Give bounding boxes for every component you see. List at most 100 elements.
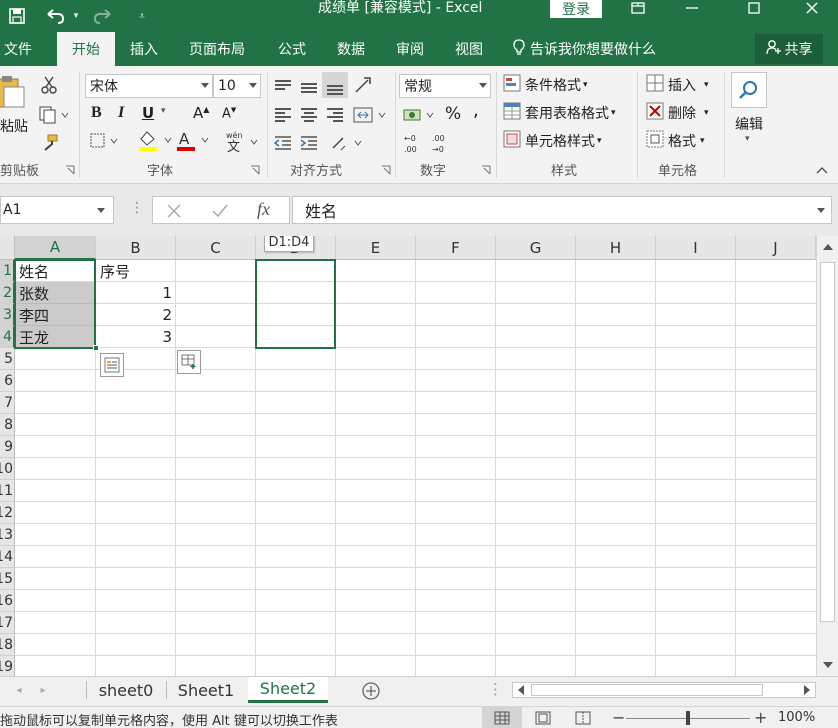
editing-dropdown-icon[interactable]: ▾ [745, 134, 750, 144]
zoom-out-button[interactable]: − [612, 708, 625, 727]
cell-b3[interactable]: 2 [96, 304, 176, 326]
align-center-icon[interactable] [298, 104, 320, 126]
column-header-a[interactable]: A [15, 236, 96, 260]
format-as-table-button[interactable]: 套用表格格式 ▾ [503, 102, 616, 124]
decrease-decimal-icon[interactable]: .00 →0 [430, 130, 454, 156]
tab-formulas[interactable]: 公式 [278, 32, 306, 66]
formula-input[interactable]: 姓名 [292, 196, 832, 224]
cell-b1[interactable]: 序号 [96, 260, 176, 282]
row-header[interactable]: 10 [0, 458, 15, 480]
row-header[interactable]: 19 [0, 656, 15, 676]
bold-button[interactable]: B [91, 104, 102, 122]
row-header[interactable]: 17 [0, 612, 15, 634]
paste-options-icon[interactable] [177, 350, 201, 374]
row-header[interactable]: 9 [0, 436, 15, 458]
row-header[interactable]: 3 [0, 304, 15, 326]
column-header-i[interactable]: I [656, 236, 736, 260]
number-format-select[interactable]: 常规 [399, 74, 491, 98]
tab-data[interactable]: 数据 [337, 32, 365, 66]
copy-icon[interactable] [38, 104, 70, 126]
align-top-icon[interactable] [272, 74, 294, 96]
zoom-level[interactable]: 100% [778, 710, 815, 725]
format-painter-icon[interactable] [38, 132, 60, 154]
column-header-c[interactable]: C [176, 236, 256, 260]
undo-icon[interactable] [40, 0, 70, 32]
underline-button[interactable]: U [142, 104, 154, 122]
increase-decimal-icon[interactable]: ←0.00 [402, 130, 426, 156]
format-cells-button[interactable]: 格式 ▾ [646, 130, 705, 152]
add-sheet-icon[interactable] [360, 680, 382, 702]
conditional-formatting-button[interactable]: 条件格式 ▾ [503, 74, 588, 96]
cell-b4[interactable]: 3 [96, 326, 176, 348]
cell-b2[interactable]: 1 [96, 282, 176, 304]
editing-label[interactable]: 编辑 [735, 114, 763, 134]
name-box[interactable]: A1 [0, 196, 114, 224]
page-break-view-icon[interactable] [568, 707, 598, 728]
tab-review[interactable]: 审阅 [396, 32, 424, 66]
font-color-icon[interactable]: A [174, 128, 212, 154]
worksheet-grid[interactable]: A B C D E F G H I J 1 2 3 4 5 6 7 8 9 10… [0, 236, 816, 676]
row-header[interactable]: 14 [0, 546, 15, 568]
text-direction-icon[interactable] [330, 132, 366, 154]
row-header[interactable]: 16 [0, 590, 15, 612]
font-size-select[interactable]: 10 [213, 74, 261, 98]
redo-icon[interactable] [88, 0, 118, 32]
shrink-font-button[interactable]: A▼ [222, 106, 236, 121]
column-header-g[interactable]: G [496, 236, 576, 260]
row-header[interactable]: 4 [0, 326, 15, 348]
row-header[interactable]: 2 [0, 282, 15, 304]
sheet-tab-sheet1[interactable]: Sheet1 [168, 677, 244, 703]
row-header[interactable]: 12 [0, 502, 15, 524]
merge-center-icon[interactable] [352, 104, 390, 126]
scroll-up-icon[interactable] [820, 240, 835, 254]
tab-page-layout[interactable]: 页面布局 [189, 32, 245, 66]
tab-view[interactable]: 视图 [455, 32, 483, 66]
column-header-j[interactable]: J [736, 236, 816, 260]
decrease-indent-icon[interactable] [272, 132, 294, 154]
customize-toolbar-icon[interactable]: ⩡ [136, 0, 148, 32]
phonetic-icon[interactable]: wén 文 [222, 128, 262, 154]
insert-cells-button[interactable]: 插入 ▾ [646, 74, 709, 96]
font-name-select[interactable]: 宋体 [85, 74, 213, 98]
scroll-thumb[interactable] [820, 262, 835, 622]
orientation-icon[interactable] [352, 74, 376, 96]
next-sheet-icon[interactable]: ▸ [36, 683, 50, 697]
insert-function-button[interactable]: fx [257, 199, 270, 220]
undo-dropdown-icon[interactable]: ▾ [70, 0, 82, 32]
tab-file[interactable]: 文件 [4, 32, 32, 66]
zoom-slider-thumb[interactable] [686, 711, 690, 725]
paste-label[interactable]: 粘贴 [0, 116, 28, 136]
row-header[interactable]: 11 [0, 480, 15, 502]
border-icon[interactable] [88, 130, 122, 152]
scroll-down-icon[interactable] [820, 658, 835, 672]
font-launcher-icon[interactable] [249, 164, 261, 176]
column-header-e[interactable]: E [336, 236, 416, 260]
align-middle-icon[interactable] [298, 74, 320, 96]
alignment-launcher-icon[interactable] [380, 164, 392, 176]
vertical-scrollbar[interactable] [816, 236, 838, 676]
formula-bar-grip-icon[interactable]: ⋮ [130, 200, 144, 216]
share-button[interactable]: 共享 [755, 34, 823, 64]
increase-indent-icon[interactable] [298, 132, 320, 154]
normal-view-icon[interactable] [482, 707, 522, 728]
fill-color-icon[interactable] [136, 128, 176, 154]
clipboard-launcher-icon[interactable] [64, 164, 76, 176]
enter-icon[interactable] [211, 202, 229, 220]
grow-font-button[interactable]: A▲ [193, 104, 209, 122]
ribbon-display-icon[interactable] [618, 0, 658, 16]
sheet-tab-sheet2[interactable]: Sheet2 [248, 677, 328, 703]
select-all-corner[interactable] [0, 236, 15, 260]
align-bottom-icon[interactable] [322, 72, 348, 98]
row-header[interactable]: 8 [0, 414, 15, 436]
horizontal-scroll-thumb[interactable] [531, 684, 763, 696]
quick-analysis-icon[interactable] [100, 353, 124, 377]
row-header[interactable]: 5 [0, 348, 15, 370]
login-button[interactable]: 登录 [550, 0, 602, 18]
tab-split-icon[interactable]: ⋮ [488, 680, 503, 698]
column-header-h[interactable]: H [576, 236, 656, 260]
cancel-icon[interactable] [165, 202, 183, 220]
maximize-icon[interactable] [734, 0, 774, 16]
paste-icon[interactable] [0, 74, 26, 110]
close-icon[interactable] [792, 0, 832, 16]
align-left-icon[interactable] [272, 104, 294, 126]
